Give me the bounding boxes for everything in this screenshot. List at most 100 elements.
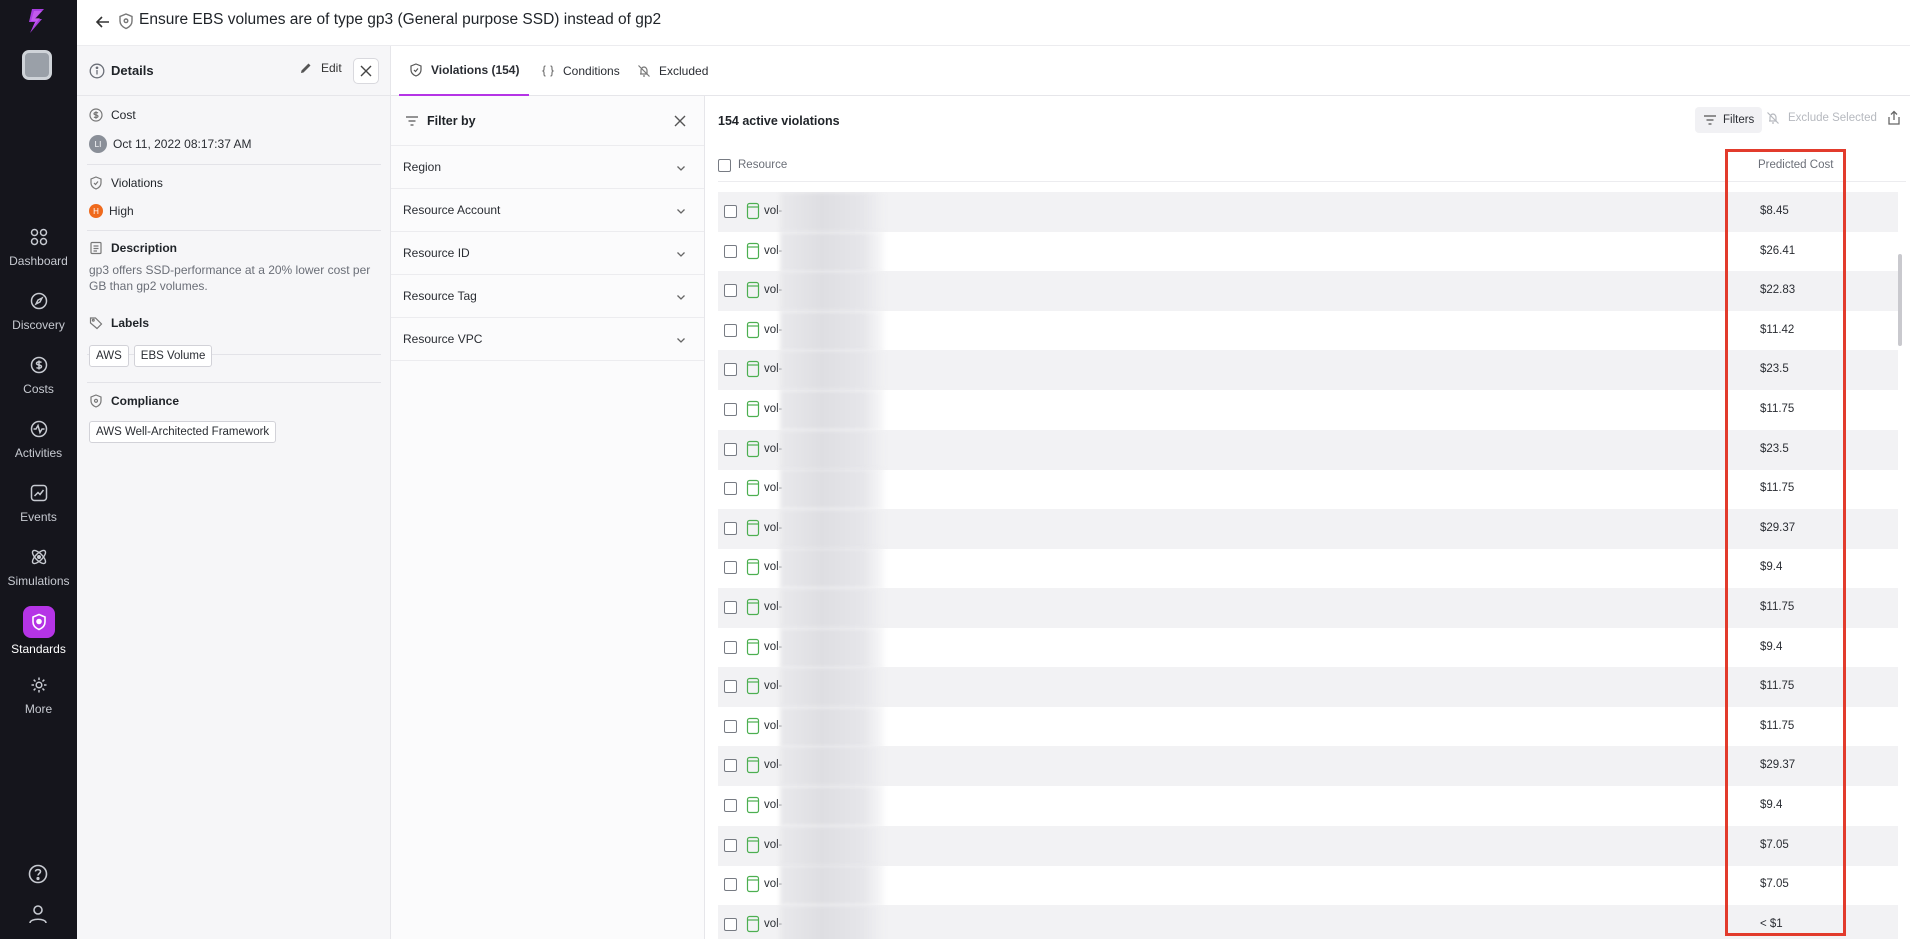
logo-icon[interactable]: [22, 6, 52, 36]
row-checkbox[interactable]: [724, 601, 737, 614]
volume-icon: [746, 282, 760, 299]
table-row[interactable]: vol- $23.5: [718, 350, 1898, 391]
filters-label: Filters: [1723, 114, 1755, 126]
facet-resource-id[interactable]: Resource ID: [391, 232, 704, 275]
exclude-selected-button[interactable]: Exclude Selected: [1766, 111, 1877, 125]
row-checkbox[interactable]: [724, 482, 737, 496]
facet-resource-account[interactable]: Resource Account: [391, 189, 704, 232]
redacted-id: [780, 588, 884, 628]
row-checkbox[interactable]: [724, 244, 737, 258]
activity-icon: [28, 418, 50, 440]
row-checkbox[interactable]: [724, 323, 737, 337]
facet-resource-tag[interactable]: Resource Tag: [391, 275, 704, 318]
row-checkbox[interactable]: [724, 205, 737, 218]
tab-excluded[interactable]: Excluded: [637, 46, 708, 96]
column-resource[interactable]: Resource: [738, 159, 787, 171]
table-row[interactable]: vol- $29.37: [718, 746, 1898, 787]
predicted-cost-value: $9.4: [1760, 640, 1783, 653]
volume-icon: [746, 559, 760, 576]
divider: [87, 230, 381, 231]
nav-item-activities[interactable]: Activities: [0, 418, 77, 478]
grid-icon: [28, 226, 50, 248]
export-icon[interactable]: [1886, 110, 1902, 126]
nav-item-events[interactable]: Events: [0, 482, 77, 542]
table-row[interactable]: vol- $29.37: [718, 508, 1898, 549]
nav-label: Activities: [14, 446, 63, 460]
row-checkbox[interactable]: [724, 719, 737, 733]
details-header: Details Edit: [77, 46, 391, 96]
chart-icon: [28, 482, 50, 504]
left-nav: Dashboard Discovery Costs Activities Eve…: [0, 0, 77, 939]
edit-button[interactable]: Edit: [299, 61, 342, 75]
back-arrow-icon[interactable]: [93, 12, 113, 32]
table-row[interactable]: vol- $9.4: [718, 548, 1898, 589]
row-checkbox[interactable]: [724, 759, 737, 773]
nav-item-dashboard[interactable]: Dashboard: [0, 226, 77, 286]
compliance-list: AWS Well-Architected Framework: [89, 421, 281, 443]
table-row[interactable]: vol- $11.75: [718, 588, 1898, 628]
table-row[interactable]: vol- $7.05: [718, 865, 1898, 906]
nav-item-more[interactable]: More: [0, 674, 77, 734]
row-checkbox[interactable]: [724, 284, 737, 298]
row-checkbox[interactable]: [724, 442, 737, 456]
close-icon[interactable]: [673, 114, 687, 128]
table-row[interactable]: vol- $23.5: [718, 429, 1898, 470]
description-label: Description: [111, 241, 178, 255]
nav-item-costs[interactable]: Costs: [0, 354, 77, 414]
scrollbar[interactable]: [1898, 254, 1902, 346]
close-details-button[interactable]: [353, 58, 379, 84]
redacted-id: [780, 429, 884, 470]
table-row[interactable]: vol- $9.4: [718, 786, 1898, 826]
row-checkbox[interactable]: [724, 838, 737, 852]
row-checkbox[interactable]: [724, 561, 737, 575]
select-all-checkbox[interactable]: [718, 159, 731, 172]
label-chip: EBS Volume: [133, 345, 213, 367]
table-row[interactable]: vol- $11.42: [718, 310, 1898, 351]
nav-item-discovery[interactable]: Discovery: [0, 290, 77, 350]
table-row[interactable]: vol- $11.75: [718, 469, 1898, 510]
volume-icon: [746, 242, 760, 259]
nav-item-standards[interactable]: Standards: [0, 606, 77, 666]
shield-icon: [90, 176, 102, 190]
cost-date: Oct 11, 2022 08:17:37 AM: [113, 137, 252, 151]
redacted-id: [780, 469, 884, 510]
chevron-down-icon: [677, 209, 685, 214]
row-checkbox[interactable]: [724, 363, 737, 377]
table-toolbar: 154 active violations Filters Exclude Se…: [706, 96, 1910, 146]
filters-button[interactable]: Filters: [1695, 107, 1763, 133]
row-checkbox[interactable]: [724, 878, 737, 892]
table-row[interactable]: vol- $8.45: [718, 192, 1898, 232]
nav-item-simulations[interactable]: Simulations: [0, 546, 77, 606]
predicted-cost-value: $7.05: [1760, 838, 1789, 851]
table-row[interactable]: vol- $7.05: [718, 825, 1898, 866]
column-predicted-cost[interactable]: Predicted Cost: [1758, 159, 1833, 171]
table-row[interactable]: vol- $26.41: [718, 231, 1898, 272]
volume-icon: [746, 400, 760, 418]
table-row[interactable]: vol- $11.75: [718, 706, 1898, 747]
redacted-id: [780, 706, 884, 747]
help-icon[interactable]: [26, 862, 50, 886]
row-checkbox[interactable]: [724, 799, 737, 812]
row-checkbox[interactable]: [724, 640, 737, 654]
facet-resource-vpc[interactable]: Resource VPC: [391, 318, 704, 361]
table-row[interactable]: vol- $11.75: [718, 667, 1898, 708]
user-icon[interactable]: [26, 902, 50, 926]
tab-label: Excluded: [659, 64, 709, 78]
workspace-avatar[interactable]: [22, 50, 52, 80]
row-checkbox[interactable]: [724, 917, 737, 931]
table-row[interactable]: vol- $11.75: [718, 390, 1898, 430]
table-header: Resource Predicted Cost: [718, 146, 1906, 182]
table-row[interactable]: vol- $9.4: [718, 627, 1898, 668]
redacted-id: [780, 825, 884, 866]
volume-icon: [746, 876, 760, 893]
row-checkbox[interactable]: [724, 521, 737, 535]
exclude-label: Exclude Selected: [1788, 112, 1877, 124]
tab-violations[interactable]: Violations (154): [399, 46, 530, 96]
tab-conditions[interactable]: Conditions: [541, 46, 620, 96]
predicted-cost-value: $7.05: [1760, 878, 1789, 891]
row-checkbox[interactable]: [724, 403, 737, 416]
table-row[interactable]: vol- $22.83: [718, 271, 1898, 312]
row-checkbox[interactable]: [724, 680, 737, 694]
table-row[interactable]: vol- < $1: [718, 904, 1898, 939]
facet-region[interactable]: Region: [391, 146, 704, 189]
